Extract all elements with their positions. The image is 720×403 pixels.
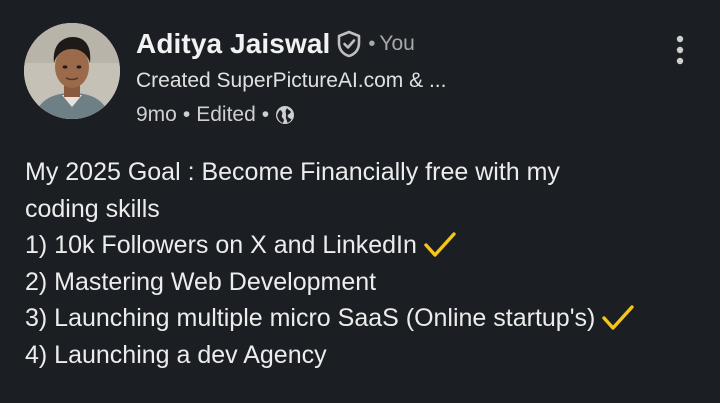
post-header: Aditya Jaiswal • You Created SuperPictur…	[136, 24, 446, 132]
connection-degree: You	[379, 32, 415, 55]
profile-photo	[24, 23, 120, 119]
author-name[interactable]: Aditya Jaiswal	[136, 28, 330, 60]
author-avatar[interactable]	[24, 23, 120, 119]
more-options-button[interactable]	[666, 30, 694, 70]
author-headline[interactable]: Created SuperPictureAI.com & ...	[136, 66, 446, 96]
check-mark-icon	[423, 230, 457, 260]
separator-dot: •	[182, 103, 191, 126]
post-line: 1) 10k Followers on X and LinkedIn	[25, 227, 715, 264]
post-line-text: 2) Mastering Web Development	[25, 267, 377, 296]
post-line: 3) Launching multiple micro SaaS (Online…	[25, 300, 715, 337]
post-body: My 2025 Goal : Become Financially free w…	[25, 154, 715, 373]
edited-label: Edited	[196, 103, 256, 126]
check-mark-icon	[601, 303, 635, 333]
post-line-text: 3) Launching multiple micro SaaS (Online…	[25, 304, 596, 332]
globe-icon	[275, 105, 295, 125]
post-line-text: coding skills	[25, 194, 160, 223]
post-age: 9mo	[136, 103, 177, 126]
vertical-dots-icon	[676, 35, 684, 65]
post-line-text: 1) 10k Followers on X and LinkedIn	[25, 231, 417, 259]
author-name-row: Aditya Jaiswal • You	[136, 24, 446, 64]
verified-shield-icon	[336, 30, 362, 58]
separator-dot: •	[368, 32, 376, 55]
post-line: 2) Mastering Web Development	[25, 264, 715, 301]
post-meta: 9mo • Edited •	[136, 98, 446, 132]
post-line: 4) Launching a dev Agency	[25, 337, 715, 374]
post-line: coding skills	[25, 191, 715, 228]
post-line: My 2025 Goal : Become Financially free w…	[25, 154, 715, 191]
separator-dot: •	[261, 103, 270, 126]
post-line-text: My 2025 Goal : Become Financially free w…	[25, 158, 560, 186]
post-line-text: 4) Launching a dev Agency	[25, 340, 327, 369]
